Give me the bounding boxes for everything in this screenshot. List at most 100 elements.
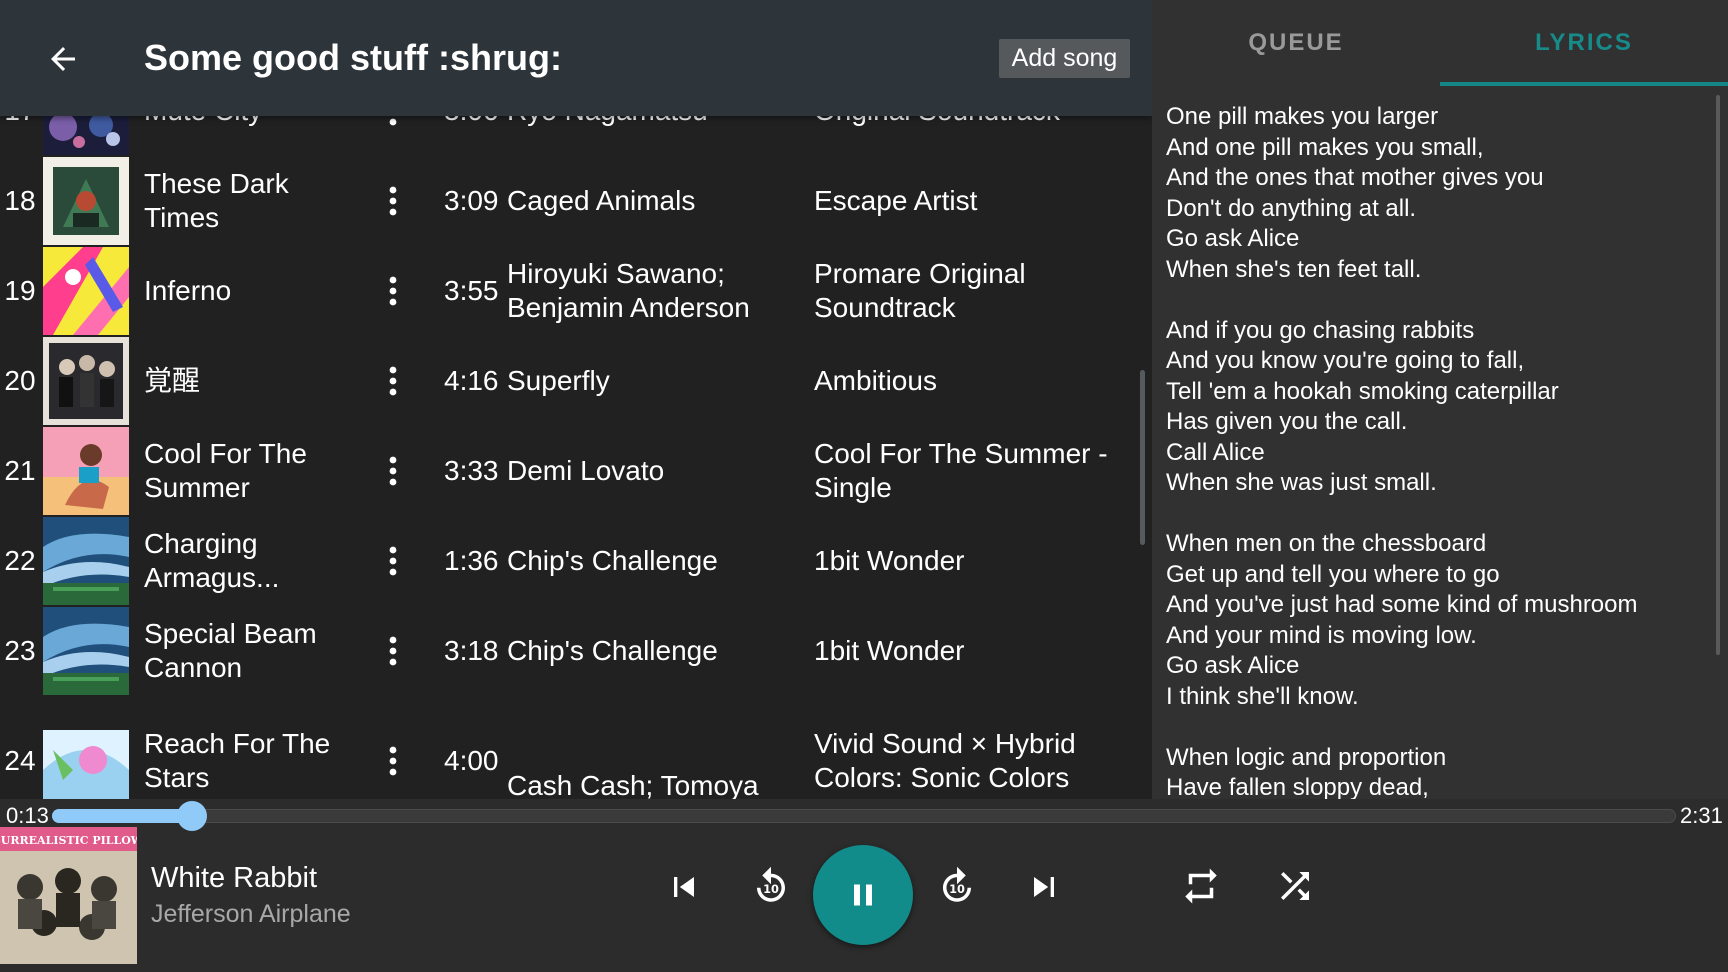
page-title: Some good stuff :shrug: xyxy=(144,37,562,78)
album-art xyxy=(43,116,129,155)
track-number: 18 xyxy=(4,185,36,216)
forward-10-button[interactable]: 10 xyxy=(931,860,983,912)
track-row[interactable]: 22 Charging Armagus... 1:36 Chip's Chall… xyxy=(0,516,1152,606)
track-artist: Hiroyuki Sawano; Benjamin Anderson xyxy=(507,258,750,323)
album-art xyxy=(43,730,129,799)
track-number: 19 xyxy=(4,275,36,306)
skip-next-button[interactable] xyxy=(1020,863,1068,911)
seek-thumb[interactable] xyxy=(177,801,207,831)
rewind-10-button[interactable]: 10 xyxy=(745,860,797,912)
track-title: Special Beam Cannon xyxy=(144,618,317,683)
track-title: Cool For The Summer xyxy=(144,438,307,503)
track-menu-button[interactable] xyxy=(375,451,411,491)
track-artist: Chip's Challenge xyxy=(507,545,718,576)
track-artist: Cash Cash; Tomoya xyxy=(507,770,759,799)
now-playing-art: SURREALISTIC PILLOW xyxy=(0,827,137,964)
repeat-icon xyxy=(1185,868,1217,904)
more-vertical-icon xyxy=(389,276,397,306)
tab-indicator xyxy=(1440,82,1728,86)
track-album: Cool For The Summer - Single xyxy=(814,438,1108,503)
now-playing-title: White Rabbit xyxy=(151,862,318,894)
back-button[interactable] xyxy=(38,34,88,84)
track-album: Ambitious xyxy=(814,365,937,396)
track-row[interactable]: 17 Mute City 3:06 Ryo Nagamat xyxy=(0,116,1152,156)
mute-city-cover-icon xyxy=(43,116,129,155)
side-panel: QUEUE LYRICS One pill makes you larger A… xyxy=(1152,0,1728,799)
track-menu-button[interactable] xyxy=(375,181,411,221)
more-vertical-icon xyxy=(389,366,397,396)
track-duration: 3:06 xyxy=(444,116,504,156)
1bit-wonder-cover-icon xyxy=(43,517,129,605)
cool-for-the-summer-cover-icon xyxy=(43,427,129,515)
now-playing-artist: Jefferson Airplane xyxy=(151,900,351,928)
track-number: 23 xyxy=(4,635,36,666)
shuffle-button[interactable] xyxy=(1270,861,1320,911)
lyrics-scrollbar[interactable] xyxy=(1716,95,1720,655)
track-row[interactable]: 21 Cool For The Summer 3:33 Demi Lovato xyxy=(0,426,1152,516)
track-duration: 3:09 xyxy=(444,185,499,216)
promare-cover-icon xyxy=(43,247,129,335)
track-menu-button[interactable] xyxy=(375,631,411,671)
pause-icon xyxy=(854,884,872,906)
track-duration: 4:16 xyxy=(444,365,499,396)
track-row[interactable]: 23 Special Beam Cannon 3:18 Chip's Chall… xyxy=(0,606,1152,696)
track-duration: 3:33 xyxy=(444,455,499,486)
album-art xyxy=(43,517,129,605)
escape-artist-cover-icon xyxy=(43,157,129,245)
vivid-sound-cover-icon xyxy=(43,730,129,799)
repeat-button[interactable] xyxy=(1176,861,1226,911)
album-art xyxy=(43,157,129,245)
track-duration: 4:00 xyxy=(444,745,499,776)
track-album: Promare Original Soundtrack xyxy=(814,258,1026,323)
tab-lyrics[interactable]: LYRICS xyxy=(1440,0,1728,86)
arrow-back-icon xyxy=(51,47,75,71)
svg-text:10: 10 xyxy=(949,882,965,896)
ambitious-cover-icon xyxy=(43,337,129,425)
surrealistic-pillow-cover-icon: SURREALISTIC PILLOW xyxy=(0,827,137,964)
player-bar: 0:13 2:31 SURREALISTIC PILLOW White Rabb… xyxy=(0,799,1728,972)
track-number: 24 xyxy=(4,745,36,776)
more-vertical-icon xyxy=(389,546,397,576)
forward-10-icon: 10 xyxy=(943,866,971,902)
track-row[interactable]: 24 Reach For The Stars 4:00 Cash Cash; T… xyxy=(0,696,1152,799)
track-row[interactable]: 20 覚醒 4:16 Superfly Ambitious xyxy=(0,336,1152,426)
tab-queue[interactable]: QUEUE xyxy=(1152,0,1440,86)
track-artist: Superfly xyxy=(507,365,610,396)
more-vertical-icon xyxy=(389,636,397,666)
track-title: Reach For The Stars xyxy=(144,728,331,793)
track-artist: Ryo Nagamatsu xyxy=(507,116,807,156)
track-number: 20 xyxy=(4,365,36,396)
track-menu-button[interactable] xyxy=(375,741,411,781)
1bit-wonder-cover-icon xyxy=(43,607,129,695)
seek-bar-progress xyxy=(52,809,192,823)
album-art xyxy=(43,607,129,695)
track-list-viewport: 17 Mute City 3:06 Ryo Nagamat xyxy=(0,116,1152,799)
track-menu-button[interactable] xyxy=(375,541,411,581)
track-artist: Caged Animals xyxy=(507,185,696,216)
track-album: 1bit Wonder xyxy=(814,545,965,576)
skip-previous-button[interactable] xyxy=(660,863,708,911)
track-duration: 1:36 xyxy=(444,545,499,576)
list-scrollbar[interactable] xyxy=(1140,370,1145,545)
album-art xyxy=(43,247,129,335)
track-row[interactable]: 18 These Dark Times 3:09 Caged Animals E… xyxy=(0,156,1152,246)
track-menu-button[interactable] xyxy=(375,271,411,311)
track-title: Charging Armagus... xyxy=(144,528,280,593)
track-menu-button[interactable] xyxy=(375,361,411,401)
track-album: 1bit Wonder xyxy=(814,635,965,666)
skip-next-icon xyxy=(1034,877,1054,897)
track-menu-button[interactable] xyxy=(375,116,411,131)
add-song-button[interactable]: Add song xyxy=(999,39,1130,78)
more-vertical-icon xyxy=(389,186,397,216)
total-time: 2:31 xyxy=(1680,803,1723,828)
now-playing-art-text: SURREALISTIC PILLOW xyxy=(0,834,137,847)
track-title: Inferno xyxy=(144,275,232,306)
seek-bar[interactable] xyxy=(52,809,1676,823)
album-art xyxy=(43,337,129,425)
track-album: Vivid Sound × Hybrid Colors: Sonic Color… xyxy=(814,728,1076,793)
track-number: 22 xyxy=(4,545,36,576)
track-row[interactable]: 19 Inferno 3:55 Hiroyuki Sawano; Benjami… xyxy=(0,246,1152,336)
replay-10-icon: 10 xyxy=(757,866,785,902)
pause-button[interactable] xyxy=(813,845,913,945)
track-artist: Demi Lovato xyxy=(507,455,665,486)
